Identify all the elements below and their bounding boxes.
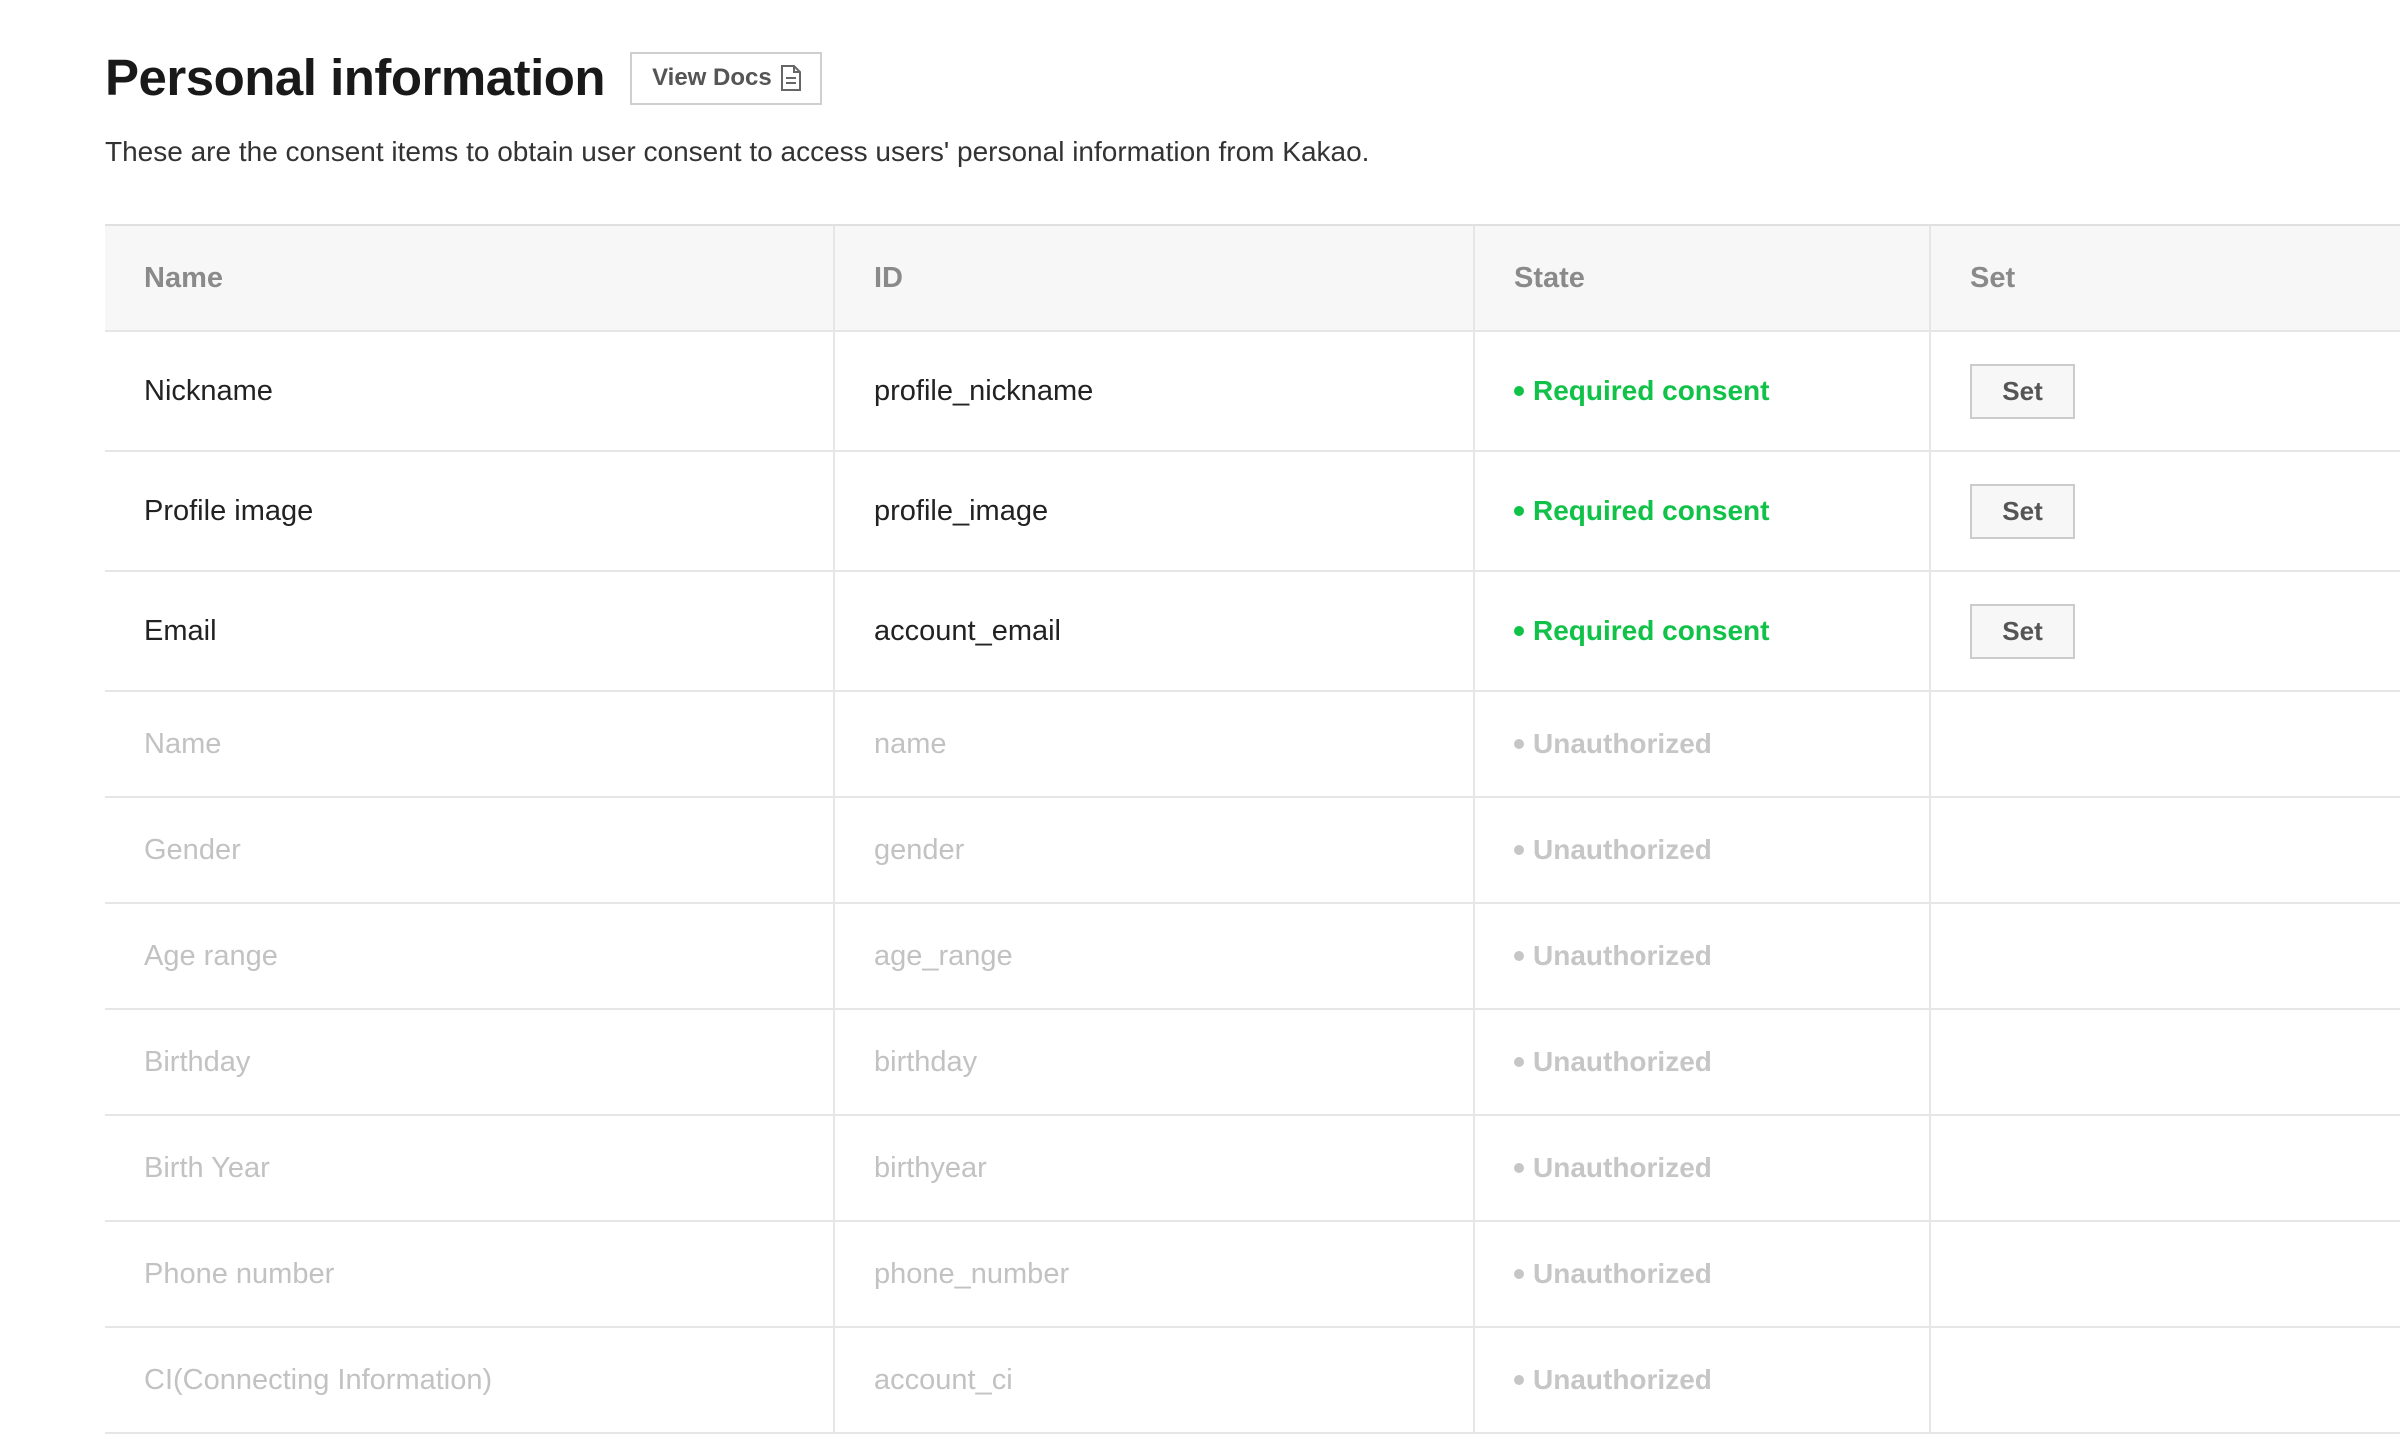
state-label: Unauthorized — [1533, 1152, 1712, 1183]
item-state: Unauthorized — [1475, 1222, 1931, 1326]
item-set: Set — [1931, 332, 2400, 450]
status-dot — [1514, 739, 1524, 749]
item-set: Set — [1931, 452, 2400, 570]
view-docs-label: View Docs — [652, 64, 772, 91]
status-dot — [1514, 845, 1524, 855]
page-description: These are the consent items to obtain us… — [105, 136, 1370, 167]
document-icon — [780, 65, 802, 91]
status-dot — [1514, 1057, 1524, 1067]
item-state: Required consent — [1475, 332, 1931, 450]
status-dot — [1514, 506, 1524, 516]
state-label: Unauthorized — [1533, 834, 1712, 865]
table-row: CI(Connecting Information) account_ci Un… — [105, 1328, 2400, 1434]
item-name: Birthday — [105, 1010, 835, 1114]
item-set: Set — [1931, 572, 2400, 690]
item-name: Birth Year — [105, 1116, 835, 1220]
column-header-name: Name — [105, 226, 835, 330]
item-name: CI(Connecting Information) — [105, 1328, 835, 1432]
item-id: phone_number — [835, 1222, 1475, 1326]
item-state: Required consent — [1475, 572, 1931, 690]
item-name: Profile image — [105, 452, 835, 570]
item-set — [1931, 904, 2400, 1008]
item-name: Gender — [105, 798, 835, 902]
item-name: Email — [105, 572, 835, 690]
table-row: Age range age_range Unauthorized — [105, 904, 2400, 1010]
item-id: account_email — [835, 572, 1475, 690]
item-set — [1931, 1010, 2400, 1114]
item-set — [1931, 692, 2400, 796]
item-name: Phone number — [105, 1222, 835, 1326]
item-id: name — [835, 692, 1475, 796]
consent-items-table: Name ID State Set Nickname profile_nickn… — [105, 224, 2400, 1434]
set-button[interactable]: Set — [1970, 483, 2075, 539]
table-header-row: Name ID State Set — [105, 226, 2400, 332]
item-id: age_range — [835, 904, 1475, 1008]
item-id: birthday — [835, 1010, 1475, 1114]
state-label: Unauthorized — [1533, 1364, 1712, 1395]
item-set — [1931, 1222, 2400, 1326]
status-dot — [1514, 1375, 1524, 1385]
state-label: Required consent — [1533, 375, 1770, 406]
item-id: birthyear — [835, 1116, 1475, 1220]
item-set — [1931, 798, 2400, 902]
table-row: Gender gender Unauthorized — [105, 798, 2400, 904]
table-row: Name name Unauthorized — [105, 692, 2400, 798]
item-state: Unauthorized — [1475, 904, 1931, 1008]
state-label: Unauthorized — [1533, 1046, 1712, 1077]
table-row: Profile image profile_image Required con… — [105, 452, 2400, 572]
item-state: Unauthorized — [1475, 1328, 1931, 1432]
state-label: Unauthorized — [1533, 940, 1712, 971]
item-state: Unauthorized — [1475, 1116, 1931, 1220]
status-dot — [1514, 386, 1524, 396]
table-row: Phone number phone_number Unauthorized — [105, 1222, 2400, 1328]
item-state: Unauthorized — [1475, 1010, 1931, 1114]
view-docs-button[interactable]: View Docs — [630, 51, 822, 105]
status-dot — [1514, 951, 1524, 961]
page-title: Personal information — [105, 49, 606, 106]
item-state: Required consent — [1475, 452, 1931, 570]
column-header-set: Set — [1970, 261, 2016, 294]
item-state: Unauthorized — [1475, 798, 1931, 902]
page-header: Personal information View Docs — [105, 48, 2400, 108]
state-label: Required consent — [1533, 615, 1770, 646]
item-id: profile_nickname — [835, 332, 1475, 450]
item-name: Nickname — [105, 332, 835, 450]
table-row: Birth Year birthyear Unauthorized — [105, 1116, 2400, 1222]
status-dot — [1514, 1269, 1524, 1279]
state-label: Unauthorized — [1533, 1258, 1712, 1289]
item-set — [1931, 1328, 2400, 1432]
state-label: Unauthorized — [1533, 728, 1712, 759]
column-header-id: ID — [835, 226, 1475, 330]
personal-information-page: Personal information View Docs These are… — [105, 48, 2400, 1434]
state-label: Required consent — [1533, 495, 1770, 526]
table-row: Email account_email Required consent Set — [105, 572, 2400, 692]
item-id: gender — [835, 798, 1475, 902]
item-id: profile_image — [835, 452, 1475, 570]
item-state: Unauthorized — [1475, 692, 1931, 796]
status-dot — [1514, 1163, 1524, 1173]
status-dot — [1514, 626, 1524, 636]
set-button[interactable]: Set — [1970, 363, 2075, 419]
item-name: Age range — [105, 904, 835, 1008]
item-name: Name — [105, 692, 835, 796]
item-set — [1931, 1116, 2400, 1220]
table-row: Nickname profile_nickname Required conse… — [105, 332, 2400, 452]
table-row: Birthday birthday Unauthorized — [105, 1010, 2400, 1116]
column-header-state: State — [1475, 226, 1931, 330]
item-id: account_ci — [835, 1328, 1475, 1432]
set-button[interactable]: Set — [1970, 603, 2075, 659]
